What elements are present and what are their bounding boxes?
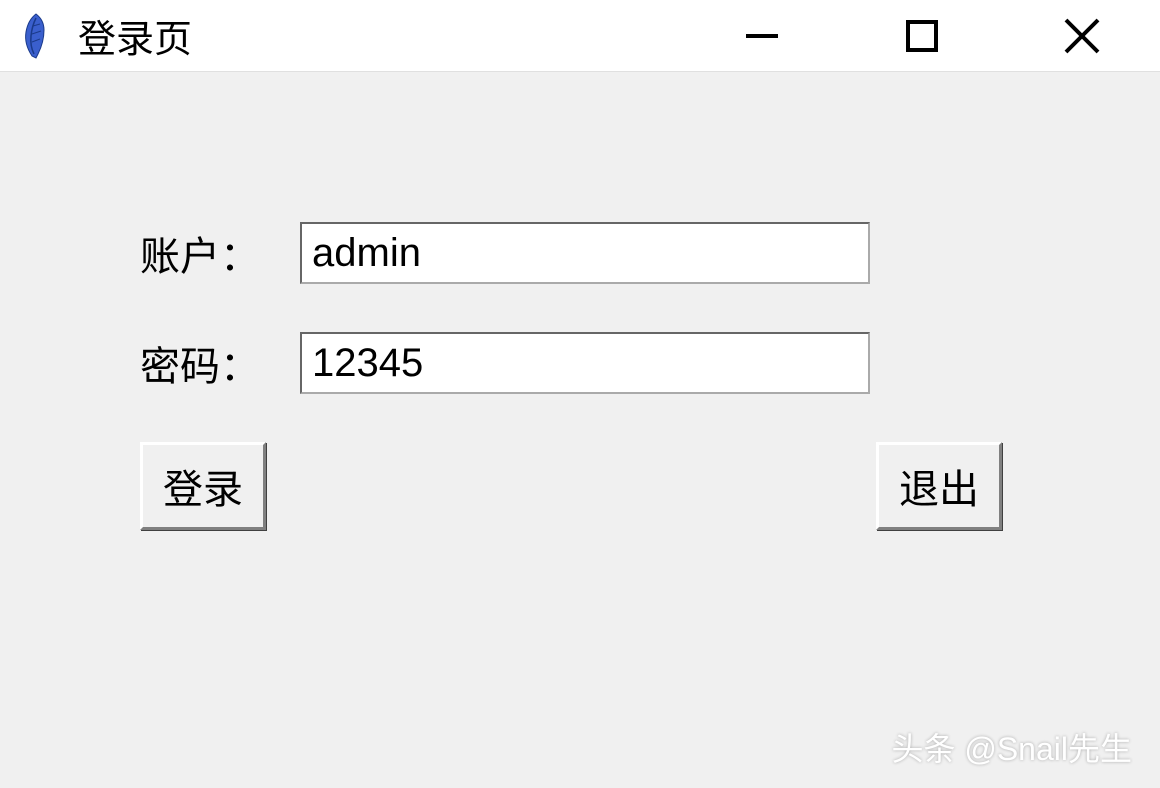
password-label: 密码： (140, 334, 300, 392)
button-row: 登录 退出 (140, 442, 1002, 530)
account-label: 账户： (140, 224, 300, 282)
maximize-icon (902, 16, 942, 56)
close-button[interactable] (1052, 6, 1112, 66)
close-icon (1060, 14, 1104, 58)
account-input[interactable] (300, 222, 870, 284)
account-row: 账户： (140, 222, 1020, 284)
window-controls (732, 6, 1152, 66)
password-row: 密码： (140, 332, 1020, 394)
client-area: 账户： 密码： 登录 退出 (0, 72, 1160, 788)
maximize-button[interactable] (892, 6, 952, 66)
login-button[interactable]: 登录 (140, 442, 266, 530)
minimize-button[interactable] (732, 6, 792, 66)
password-input[interactable] (300, 332, 870, 394)
minimize-icon (742, 16, 782, 56)
exit-button[interactable]: 退出 (876, 442, 1002, 530)
login-window: 登录页 账户： (0, 0, 1160, 788)
titlebar: 登录页 (0, 0, 1160, 72)
watermark-text: 头条 @Snail先生 (891, 724, 1132, 770)
tkinter-feather-icon (18, 12, 54, 60)
window-title: 登录页 (78, 8, 732, 63)
